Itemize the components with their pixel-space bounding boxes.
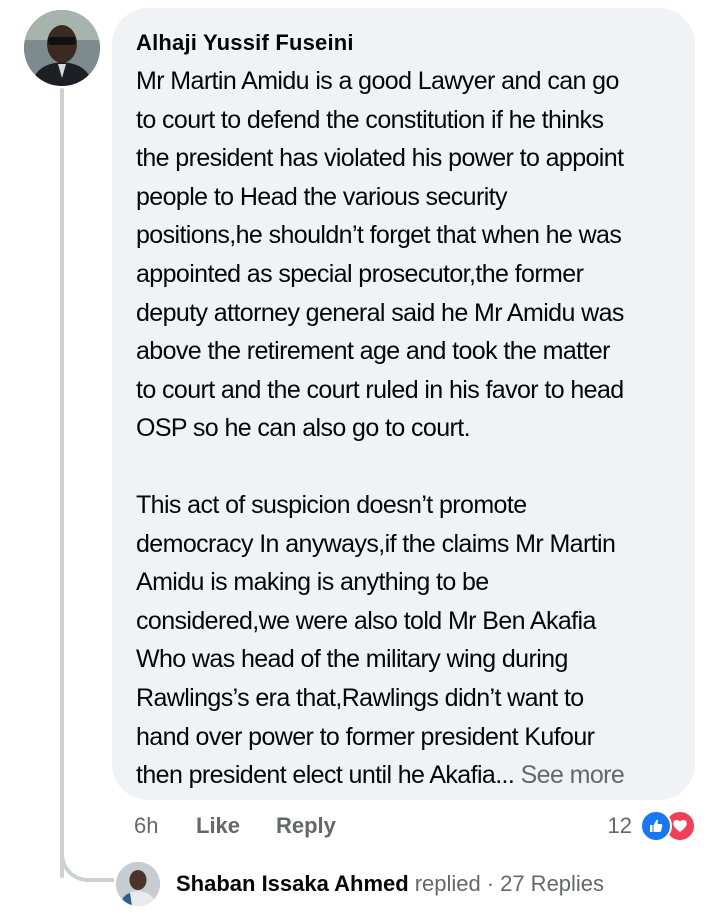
see-more-link[interactable]: See more xyxy=(521,761,625,789)
replies-count: 27 Replies xyxy=(500,871,605,896)
commenter-avatar-photo xyxy=(24,10,100,86)
comment-actions: 6h Like Reply xyxy=(134,808,336,844)
reaction-count: 12 xyxy=(607,813,632,838)
reply-author-avatar[interactable] xyxy=(116,862,160,906)
view-replies-link[interactable]: Shaban Issaka Ahmed replied · 27 Replies xyxy=(176,866,604,902)
reaction-summary[interactable]: 12 xyxy=(608,808,696,844)
comment-paragraph-2-text: This act of suspicion doesn’t promote de… xyxy=(136,490,616,790)
comment-bubble: Alhaji Yussif Fuseini Mr Martin Amidu is… xyxy=(112,8,695,800)
reply-button[interactable]: Reply xyxy=(276,813,336,839)
thread-connector xyxy=(60,842,114,882)
comment-paragraph-2: This act of suspicion doesn’t promote de… xyxy=(136,486,669,795)
thread-line xyxy=(60,88,64,878)
replies-separator: · xyxy=(486,871,495,896)
like-button[interactable]: Like xyxy=(196,813,276,839)
like-icon xyxy=(640,810,672,842)
replied-label: replied xyxy=(414,871,481,896)
comment-paragraph-1: Mr Martin Amidu is a good Lawyer and can… xyxy=(136,67,624,443)
reply-author-avatar-photo xyxy=(116,862,160,906)
comment-timestamp[interactable]: 6h xyxy=(134,813,196,839)
comment-author[interactable]: Alhaji Yussif Fuseini xyxy=(136,30,669,56)
reply-author-name: Shaban Issaka Ahmed xyxy=(176,871,409,896)
commenter-avatar[interactable] xyxy=(24,10,100,86)
